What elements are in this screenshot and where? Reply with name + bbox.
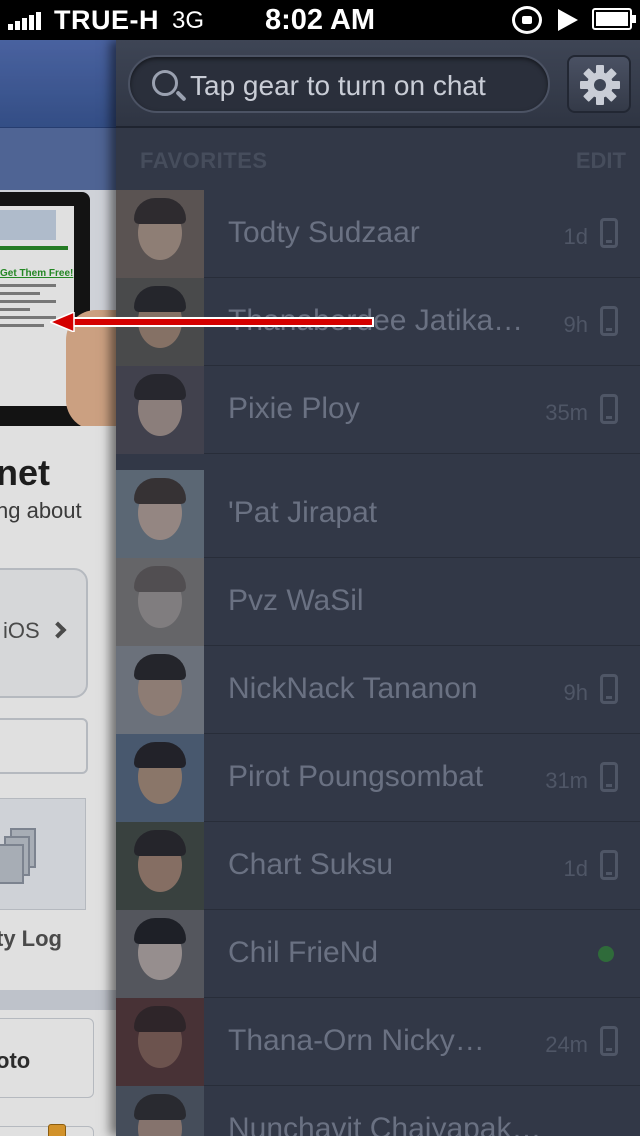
favorites-header: FAVORITES EDIT — [116, 128, 640, 190]
contact-name: Chil FrieNd — [228, 936, 379, 969]
contact-row[interactable]: Pvz WaSil — [116, 558, 640, 646]
contact-name: 'Pat Jirapat — [228, 496, 378, 529]
contact-name: Pirot Poungsombat — [228, 760, 484, 793]
rotation-lock-icon — [512, 6, 542, 34]
avatar — [116, 646, 204, 734]
mobile-phone-icon — [600, 1026, 618, 1056]
last-active-time: 9h — [563, 312, 588, 337]
last-active-time: 31m — [545, 768, 588, 793]
avatar — [116, 366, 204, 454]
dim-overlay — [0, 40, 116, 1136]
chat-search-bar: Tap gear to turn on chat — [116, 40, 640, 128]
mobile-phone-icon — [600, 306, 618, 336]
play-icon — [558, 9, 578, 31]
contact-row[interactable]: Todty Sudzaar 1d — [116, 190, 640, 278]
avatar — [116, 734, 204, 822]
clock: 8:02 AM — [264, 4, 376, 36]
avatar — [116, 822, 204, 910]
news-feed-page[interactable]: Get Them Free! net ng about iOS ty Log o… — [0, 40, 116, 1136]
contact-row[interactable]: Thana-Orn Nicky… 24m — [116, 998, 640, 1086]
chat-search-input[interactable]: Tap gear to turn on chat — [128, 55, 550, 113]
chat-settings-button[interactable] — [567, 55, 631, 113]
gear-icon — [580, 65, 620, 105]
avatar — [116, 1086, 204, 1136]
contact-name: Pixie Ploy — [228, 392, 360, 425]
mobile-phone-icon — [600, 762, 618, 792]
chat-sidebar: Tap gear to turn on chat FAVORITES EDIT … — [116, 40, 640, 1136]
avatar — [116, 558, 204, 646]
favorites-edit-button[interactable]: EDIT — [576, 148, 626, 174]
status-bar: TRUE-H 3G 8:02 AM — [0, 0, 640, 40]
contact-row[interactable]: 'Pat Jirapat — [116, 470, 640, 558]
contact-row[interactable]: Nunchavit Chaiyapaksopon — [116, 1086, 640, 1136]
contact-row[interactable]: Pirot Poungsombat 31m — [116, 734, 640, 822]
mobile-phone-icon — [600, 218, 618, 248]
search-icon — [152, 70, 178, 96]
contact-row[interactable]: NickNack Tananon 9h — [116, 646, 640, 734]
annotation-arrow — [50, 312, 374, 332]
avatar — [116, 190, 204, 278]
last-active-time: 9h — [563, 680, 588, 705]
contact-name: Pvz WaSil — [228, 584, 364, 617]
last-active-time: 24m — [545, 1032, 588, 1057]
favorites-title: FAVORITES — [140, 148, 268, 173]
avatar — [116, 910, 204, 998]
last-active-time: 1d — [563, 224, 588, 249]
mobile-phone-icon — [600, 674, 618, 704]
mobile-phone-icon — [600, 850, 618, 880]
contact-name: NickNack Tananon — [228, 672, 478, 705]
contact-row[interactable]: Chart Suksu 1d — [116, 822, 640, 910]
contact-name: Thana-Orn Nicky… — [228, 1024, 485, 1057]
contact-row[interactable]: Pixie Ploy 35m — [116, 366, 640, 454]
search-placeholder: Tap gear to turn on chat — [190, 70, 486, 101]
contact-name: Nunchavit Chaiyapaksopon — [228, 1112, 548, 1136]
battery-icon — [592, 8, 636, 30]
mobile-phone-icon — [600, 394, 618, 424]
contact-name: Chart Suksu — [228, 848, 394, 881]
avatar — [116, 998, 204, 1086]
online-status-icon — [598, 946, 614, 962]
last-active-time: 1d — [563, 856, 588, 881]
contact-row[interactable]: Chil FrieNd — [116, 910, 640, 998]
last-active-time: 35m — [545, 400, 588, 425]
avatar — [116, 470, 204, 558]
contact-name: Todty Sudzaar — [228, 216, 420, 249]
